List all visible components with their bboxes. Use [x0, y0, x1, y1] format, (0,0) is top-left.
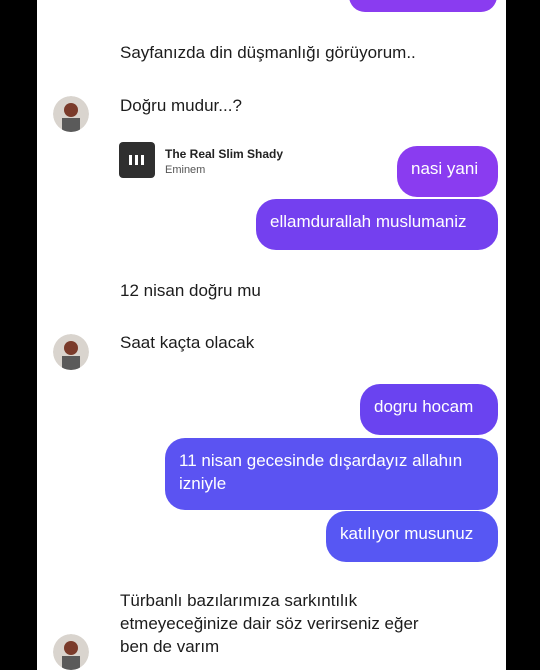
music-icon: [119, 142, 155, 178]
outgoing-bubble[interactable]: nasi yani: [397, 146, 498, 197]
music-share-card[interactable]: The Real Slim Shady Eminem: [119, 142, 329, 182]
outgoing-bubble[interactable]: dogru hocam: [360, 384, 498, 435]
incoming-message[interactable]: 12 nisan doğru mu: [120, 279, 261, 302]
incoming-message[interactable]: Sayfanızda din düşmanlığı görüyorum..: [120, 41, 416, 64]
outgoing-bubble-partial[interactable]: [349, 0, 497, 12]
music-artist: Eminem: [165, 164, 206, 176]
chat-screen: Sayfanızda din düşmanlığı görüyorum.. Do…: [37, 0, 506, 670]
outgoing-bubble[interactable]: katılıyor musunuz: [326, 511, 498, 562]
music-title: The Real Slim Shady: [165, 147, 284, 161]
incoming-message[interactable]: Türbanlı bazılarımıza sarkıntılık etmeye…: [120, 589, 430, 658]
avatar[interactable]: [53, 96, 89, 132]
outgoing-bubble[interactable]: 11 nisan gecesinde dışardayız allahın iz…: [165, 438, 498, 510]
avatar[interactable]: [53, 334, 89, 370]
avatar[interactable]: [53, 634, 89, 670]
incoming-message[interactable]: Doğru mudur...?: [120, 94, 242, 117]
outgoing-bubble[interactable]: ellamdurallah muslumaniz: [256, 199, 498, 250]
incoming-message[interactable]: Saat kaçta olacak: [120, 331, 254, 354]
